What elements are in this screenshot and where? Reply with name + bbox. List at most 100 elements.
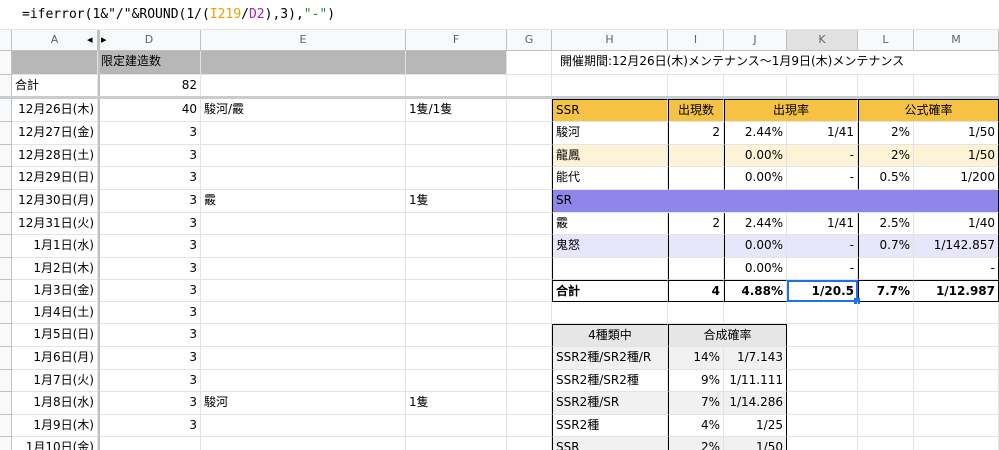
empty-cell[interactable] — [507, 370, 552, 392]
ships-cell[interactable] — [201, 213, 406, 235]
expand-right-icon[interactable]: ▸ — [101, 33, 107, 46]
date-cell[interactable]: 12月26日(木) — [12, 99, 98, 122]
qty-cell[interactable] — [406, 258, 507, 280]
count-cell[interactable]: 3 — [98, 145, 201, 167]
empty-cell[interactable] — [507, 258, 552, 280]
row-header[interactable] — [0, 370, 12, 392]
qty-cell[interactable]: 1隻/1隻 — [406, 99, 507, 122]
rate-total-frac-selected[interactable]: 1/20.5 — [787, 280, 858, 302]
ships-cell[interactable] — [201, 167, 406, 190]
combo-kind-cell[interactable]: SSR2種/SR2種/R — [552, 347, 668, 370]
row-header[interactable] — [0, 324, 12, 347]
row-header[interactable] — [0, 99, 12, 122]
rarity-header-ssr[interactable]: SSR — [552, 99, 668, 122]
empty-cell[interactable] — [507, 122, 552, 145]
ship-count-cell[interactable] — [668, 167, 724, 190]
combo-pct-cell[interactable]: 9% — [668, 370, 724, 392]
ship-count-cell[interactable]: 2 — [668, 122, 724, 145]
combo-frac-cell[interactable]: 1/14.286 — [724, 392, 787, 415]
date-cell[interactable]: 12月29日(日) — [12, 167, 98, 190]
official-rate-header[interactable]: 公式確率 — [858, 99, 999, 122]
ship-frac-cell[interactable]: 1/41 — [787, 122, 858, 145]
count-cell[interactable] — [98, 437, 201, 450]
empty-cell[interactable] — [914, 415, 999, 437]
date-cell[interactable]: 1月7日(火) — [12, 370, 98, 392]
row-header[interactable] — [0, 280, 12, 302]
date-cell[interactable]: 12月27日(金) — [12, 122, 98, 145]
row-header[interactable] — [0, 213, 12, 235]
column-header-l[interactable]: L — [858, 30, 914, 51]
ships-cell[interactable] — [201, 437, 406, 450]
empty-cell[interactable] — [914, 347, 999, 370]
cell-e-header[interactable] — [201, 51, 406, 75]
date-cell[interactable]: 1月6日(月) — [12, 347, 98, 370]
empty-cell[interactable] — [787, 415, 858, 437]
official-pct-cell[interactable]: 0.7% — [858, 235, 914, 258]
ships-cell[interactable] — [201, 258, 406, 280]
row-header[interactable] — [0, 145, 12, 167]
official-pct-cell[interactable] — [858, 258, 914, 280]
combo-pct-cell[interactable]: 4% — [668, 415, 724, 437]
official-pct-cell[interactable]: 0.5% — [858, 167, 914, 190]
ship-frac-cell[interactable]: - — [787, 235, 858, 258]
combo-kind-cell[interactable]: SSR — [552, 437, 668, 450]
empty-cell[interactable] — [787, 302, 858, 324]
empty-cell[interactable] — [507, 145, 552, 167]
combo-frac-cell[interactable]: 1/7.143 — [724, 347, 787, 370]
ships-cell[interactable] — [201, 347, 406, 370]
rate-total-pct[interactable]: 4.88% — [724, 280, 787, 302]
empty-cell[interactable] — [858, 392, 914, 415]
ship-pct-cell[interactable]: 0.00% — [724, 145, 787, 167]
combo-pct-cell[interactable]: 2% — [668, 437, 724, 450]
select-all-corner[interactable] — [0, 30, 12, 51]
ships-cell[interactable] — [201, 235, 406, 258]
cell-f-header[interactable] — [406, 51, 507, 75]
column-header-f[interactable]: F — [406, 30, 507, 51]
combo-pct-cell[interactable]: 7% — [668, 392, 724, 415]
qty-cell[interactable]: 1隻 — [406, 190, 507, 213]
count-cell[interactable]: 3 — [98, 213, 201, 235]
sr-section-header[interactable]: SR — [552, 190, 999, 213]
official-frac-cell[interactable]: 1/50 — [914, 122, 999, 145]
count-cell[interactable]: 3 — [98, 280, 201, 302]
column-header-m[interactable]: M — [914, 30, 999, 51]
collapse-left-icon[interactable]: ◂ — [87, 33, 93, 46]
qty-cell[interactable] — [406, 324, 507, 347]
cell-a-header[interactable] — [12, 51, 98, 75]
empty-cell[interactable] — [787, 392, 858, 415]
qty-cell[interactable] — [406, 122, 507, 145]
empty-cell[interactable] — [858, 347, 914, 370]
ships-cell[interactable] — [201, 370, 406, 392]
row-header[interactable] — [0, 167, 12, 190]
empty-cell[interactable] — [507, 392, 552, 415]
rate-total-count[interactable]: 4 — [668, 280, 724, 302]
official-frac-cell[interactable]: 1/142.857 — [914, 235, 999, 258]
official-pct-cell[interactable]: 2% — [858, 145, 914, 167]
qty-cell[interactable] — [406, 145, 507, 167]
empty-cell[interactable] — [858, 324, 914, 347]
date-cell[interactable]: 1月8日(水) — [12, 392, 98, 415]
empty-cell[interactable] — [858, 437, 914, 450]
ships-cell[interactable]: 霰 — [201, 190, 406, 213]
freeze-column-divider[interactable] — [98, 30, 100, 450]
date-cell[interactable]: 1月9日(木) — [12, 415, 98, 437]
formula-bar[interactable]: =iferror(1&"/"&ROUND(1/(I219/D2),3),"-") — [0, 0, 999, 30]
empty-cell[interactable] — [507, 167, 552, 190]
combo-pct-cell[interactable]: 14% — [668, 347, 724, 370]
limited-build-header[interactable]: 限定建造数 — [98, 51, 201, 75]
ship-frac-cell[interactable]: - — [787, 167, 858, 190]
count-cell[interactable]: 3 — [98, 415, 201, 437]
ship-pct-cell[interactable]: 2.44% — [724, 213, 787, 235]
empty-cell[interactable] — [552, 302, 668, 324]
ship-name-cell[interactable]: 霰 — [552, 213, 668, 235]
row-header[interactable] — [0, 190, 12, 213]
date-cell[interactable]: 1月1日(水) — [12, 235, 98, 258]
empty-cell[interactable] — [507, 99, 552, 122]
empty-cell[interactable] — [507, 280, 552, 302]
count-cell[interactable]: 3 — [98, 122, 201, 145]
combo-kind-header[interactable]: 4種類中 — [552, 324, 668, 347]
empty-cell[interactable] — [914, 392, 999, 415]
ship-count-cell[interactable] — [668, 235, 724, 258]
column-header-g[interactable]: G — [507, 30, 552, 51]
row-header[interactable] — [0, 258, 12, 280]
